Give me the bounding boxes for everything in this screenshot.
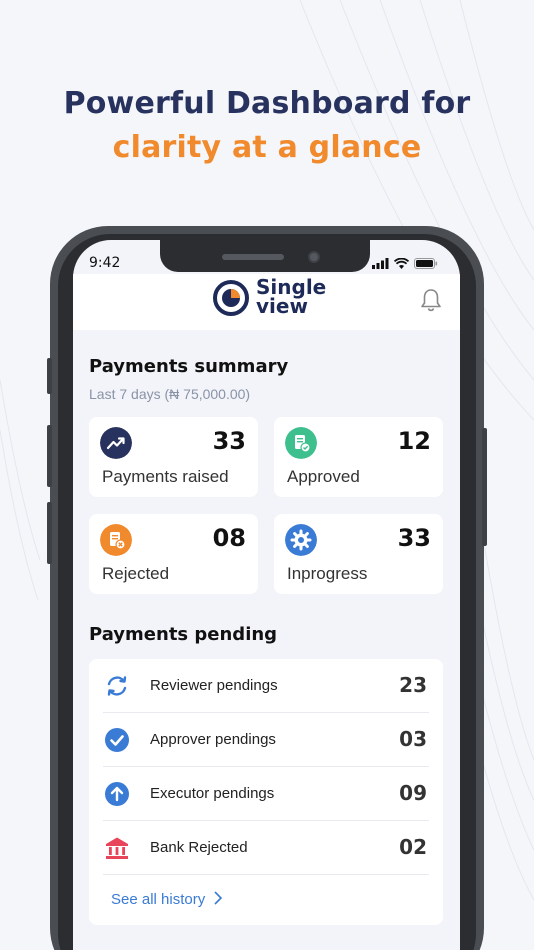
- chevron-right-icon: [214, 891, 223, 905]
- card-approved[interactable]: 12 Approved: [274, 417, 443, 497]
- arrow-up-circle-icon: [105, 782, 129, 806]
- payments-raised-count: 33: [212, 427, 246, 455]
- card-payments-raised[interactable]: 33 Payments raised: [89, 417, 258, 497]
- list-item-reviewer-pendings[interactable]: Reviewer pendings 23: [89, 659, 443, 712]
- bank-rejected-label: Bank Rejected: [150, 839, 248, 856]
- approver-pendings-count: 03: [399, 727, 427, 751]
- document-check-icon: [285, 427, 317, 459]
- payments-summary-title: Payments summary: [89, 356, 289, 377]
- wifi-icon: [394, 258, 409, 269]
- bell-icon[interactable]: [420, 288, 442, 312]
- gear-icon: [285, 524, 317, 556]
- phone-volume-down: [47, 502, 52, 564]
- phone-power-button: [482, 428, 487, 546]
- bank-rejected-count: 02: [399, 835, 427, 859]
- payments-pending-title: Payments pending: [89, 624, 278, 645]
- list-item-approver-pendings[interactable]: Approver pendings 03: [89, 713, 443, 766]
- approved-count: 12: [397, 427, 431, 455]
- inprogress-count: 33: [397, 524, 431, 552]
- inprogress-label: Inprogress: [287, 564, 368, 583]
- logo-line-2: view: [256, 294, 308, 318]
- rejected-label: Rejected: [102, 564, 170, 583]
- document-reject-icon: [100, 524, 132, 556]
- list-item-executor-pendings[interactable]: Executor pendings 09: [89, 767, 443, 820]
- pending-list: Reviewer pendings 23 Approver pendings 0…: [89, 659, 443, 925]
- list-item-bank-rejected[interactable]: Bank Rejected 02: [89, 821, 443, 874]
- headline-line-1: Powerful Dashboard for: [63, 86, 471, 121]
- notch: [160, 240, 370, 272]
- executor-pendings-label: Executor pendings: [150, 785, 275, 802]
- speaker: [222, 254, 284, 260]
- payments-raised-label: Payments raised: [102, 467, 229, 486]
- reviewer-pendings-label: Reviewer pendings: [150, 677, 278, 694]
- bank-icon: [106, 837, 128, 859]
- see-all-history-link[interactable]: See all history: [111, 891, 223, 908]
- status-time: 9:42: [89, 255, 121, 271]
- approved-label: Approved: [287, 467, 360, 486]
- rejected-count: 08: [212, 524, 246, 552]
- signal-icon: [372, 258, 389, 269]
- battery-icon: [414, 258, 438, 269]
- summary-subtitle: Last 7 days (₦ 75,000.00): [89, 386, 251, 402]
- camera: [308, 251, 320, 263]
- divider: [103, 874, 429, 875]
- headline-line-2: clarity at a glance: [112, 130, 422, 165]
- logo-text: Single view: [256, 277, 326, 318]
- see-all-history-label: See all history: [111, 891, 206, 908]
- refresh-icon: [107, 676, 127, 696]
- single-view-logo-icon: [213, 280, 249, 316]
- phone-screen: 9:42 Single view Payments summary Last 7…: [73, 240, 460, 950]
- check-circle-icon: [105, 728, 129, 752]
- app-header: Single view: [73, 274, 460, 330]
- card-rejected[interactable]: 08 Rejected: [89, 514, 258, 594]
- approver-pendings-label: Approver pendings: [150, 731, 276, 748]
- reviewer-pendings-count: 23: [399, 673, 427, 697]
- trend-up-icon: [100, 427, 132, 459]
- phone-side-button: [47, 358, 52, 394]
- status-icons: [372, 258, 438, 269]
- phone-volume-up: [47, 425, 52, 487]
- card-inprogress[interactable]: 33 Inprogress: [274, 514, 443, 594]
- executor-pendings-count: 09: [399, 781, 427, 805]
